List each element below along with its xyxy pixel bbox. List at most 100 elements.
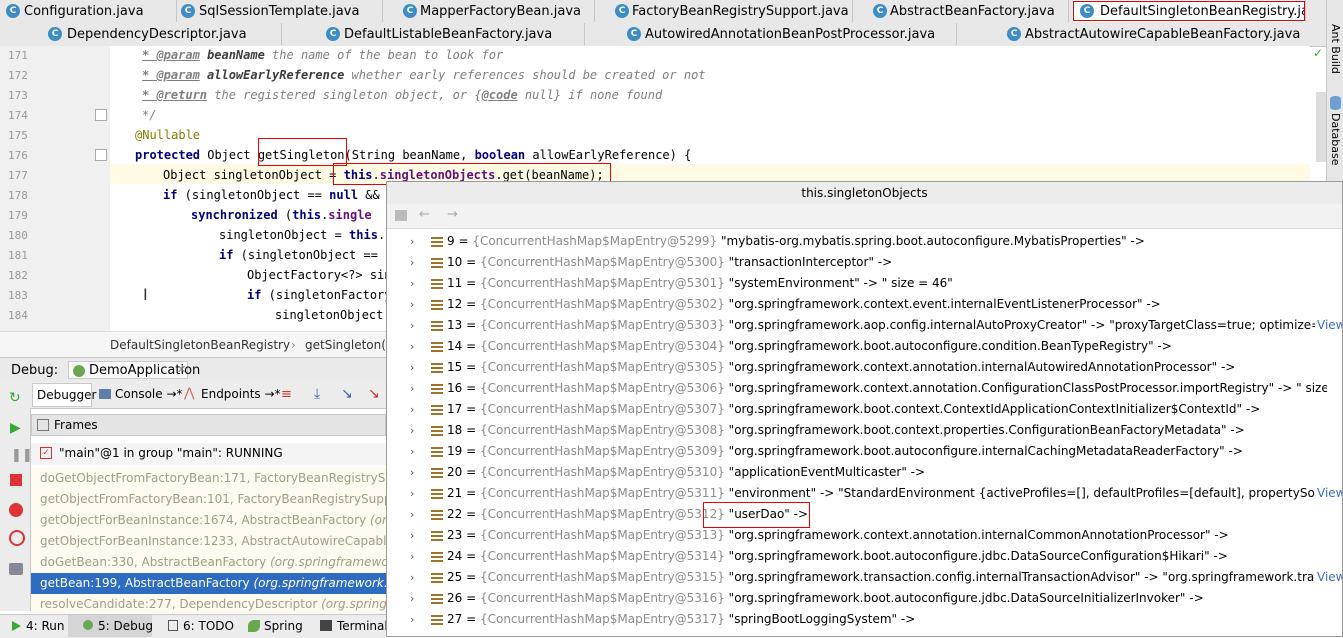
tree-row[interactable]: › 16 = {ConcurrentHashMap$MapEntry@5306} … — [387, 378, 1342, 399]
tree-row[interactable]: › 21 = {ConcurrentHashMap$MapEntry@5311} … — [387, 483, 1342, 504]
tab-abstractbeanfactory[interactable]: C AbstractBeanFactory.java — [853, 0, 1069, 22]
expand-arrow-icon[interactable]: › — [410, 378, 414, 399]
stack-frame[interactable]: getObjectFromFactoryBean:101, FactoryBea… — [31, 489, 386, 510]
code-line-179: synchronized (this.single — [191, 208, 372, 222]
expand-arrow-icon[interactable]: › — [410, 420, 414, 441]
expand-arrow-icon[interactable]: › — [410, 462, 414, 483]
line-number: 182 — [8, 269, 28, 282]
mute-breakpoints-icon[interactable] — [9, 530, 25, 546]
tool-tab-terminal[interactable]: Terminal — [337, 619, 388, 633]
rerun-icon[interactable]: ↻ — [9, 390, 21, 406]
expand-arrow-icon[interactable]: › — [410, 252, 414, 273]
code-line-182: ObjectFactory<?> sin — [247, 268, 392, 282]
expand-arrow-icon[interactable]: › — [410, 441, 414, 462]
expand-arrow-icon[interactable]: › — [410, 273, 414, 294]
tree-row[interactable]: › 20 = {ConcurrentHashMap$MapEntry@5310} … — [387, 462, 1342, 483]
tab-abstractautowirecapablebeanfactory[interactable]: C AbstractAutowireCapableBeanFactory.java — [957, 23, 1326, 45]
expand-arrow-icon[interactable]: › — [410, 357, 414, 378]
breadcrumb-method[interactable]: getSingleton() — [305, 338, 391, 352]
fold-marker-icon[interactable] — [95, 109, 107, 121]
expand-arrow-icon[interactable]: › — [410, 504, 414, 525]
tab-debugger[interactable]: Debugger — [32, 383, 96, 407]
tree-row-userdao[interactable]: › 22 = {ConcurrentHashMap$MapEntry@5312} … — [387, 504, 1342, 525]
stop-icon[interactable] — [10, 474, 22, 486]
breadcrumb-separator: › — [291, 338, 296, 352]
stack-frame[interactable]: doGetObjectFromFactoryBean:171, FactoryB… — [31, 468, 386, 489]
frame-class: DependencyDescriptor — [179, 597, 322, 611]
expand-arrow-icon[interactable]: › — [410, 336, 414, 357]
check-icon: ✓ — [1313, 46, 1324, 60]
force-step-into-icon[interactable]: ↘ — [368, 386, 380, 402]
tab-sqlsessiontemplate[interactable]: C SqlSessionTemplate.java — [177, 0, 383, 22]
database-tool[interactable]: Database — [1329, 113, 1342, 166]
view-breakpoints-icon[interactable] — [9, 503, 23, 517]
breadcrumb-class[interactable]: DefaultSingletonBeanRegistry — [110, 338, 290, 352]
tab-defaultlistablebeanfactory[interactable]: C DefaultListableBeanFactory.java — [282, 23, 585, 45]
tree-row[interactable]: › 18 = {ConcurrentHashMap$MapEntry@5308} … — [387, 420, 1342, 441]
tree-row[interactable]: › 10 = {ConcurrentHashMap$MapEntry@5300} … — [387, 252, 1342, 273]
tab-factorybeanregistrysupport[interactable]: C FactoryBeanRegistrySupport.java — [595, 0, 853, 22]
tree-row[interactable]: › 25 = {ConcurrentHashMap$MapEntry@5315} … — [387, 567, 1342, 588]
inspect-popup[interactable]: this.singletonObjects ← → › 9 = {Concurre… — [386, 181, 1343, 637]
tree-row[interactable]: › 9 = {ConcurrentHashMap$MapEntry@5299} "… — [387, 231, 1342, 252]
pause-icon[interactable]: ❚❚ — [11, 448, 33, 463]
expand-arrow-icon[interactable]: › — [410, 609, 414, 630]
close-icon[interactable]: ✕ — [177, 363, 186, 376]
tree-row[interactable]: › 19 = {ConcurrentHashMap$MapEntry@5309} … — [387, 441, 1342, 462]
expand-arrow-icon[interactable]: › — [410, 567, 414, 588]
tab-console[interactable]: Console →* — [115, 387, 183, 401]
tree-row[interactable]: › 14 = {ConcurrentHashMap$MapEntry@5304} … — [387, 336, 1342, 357]
expand-arrow-icon[interactable]: › — [410, 483, 414, 504]
tree-row[interactable]: › 15 = {ConcurrentHashMap$MapEntry@5305} … — [387, 357, 1342, 378]
tool-tab-todo[interactable]: 6: TODO — [183, 619, 234, 633]
thread-selector[interactable]: ✓ "main"@1 in group "main": RUNNING — [31, 443, 386, 465]
tree-row[interactable]: › 23 = {ConcurrentHashMap$MapEntry@5313} … — [387, 525, 1342, 546]
tree-row[interactable]: › 27 = {ConcurrentHashMap$MapEntry@5317} … — [387, 609, 1342, 630]
fold-marker-icon[interactable] — [95, 149, 107, 161]
popup-pin-icon[interactable] — [395, 210, 407, 221]
run-config-tab[interactable]: DemoApplication ✕ — [68, 361, 200, 379]
stack-frame[interactable]: resolveCandidate:277, DependencyDescript… — [31, 594, 386, 614]
tool-tab-debug[interactable]: 5: Debug — [98, 619, 153, 633]
stack-frame-selected[interactable]: getBean:199, AbstractBeanFactory (org.sp… — [31, 573, 386, 594]
tab-mapperfactorybean[interactable]: C MapperFactoryBean.java — [383, 0, 595, 22]
forward-arrow-icon[interactable]: → — [447, 207, 458, 222]
expand-arrow-icon[interactable]: › — [410, 525, 414, 546]
tool-tab-spring[interactable]: Spring — [264, 619, 303, 633]
expand-arrow-icon[interactable]: › — [410, 588, 414, 609]
back-arrow-icon[interactable]: ← — [419, 207, 430, 222]
tree-row[interactable]: › 17 = {ConcurrentHashMap$MapEntry@5307} … — [387, 399, 1342, 420]
expand-arrow-icon[interactable]: › — [410, 315, 414, 336]
camera-icon[interactable] — [9, 563, 23, 575]
tab-endpoints[interactable]: Endpoints →* — [201, 387, 281, 401]
tab-defaultsingletonbeanregistry[interactable]: C DefaultSingletonBeanRegistry.java — [1072, 0, 1306, 22]
tab-dependencydescriptor[interactable]: C DependencyDescriptor.java — [2, 23, 282, 45]
stack-frame[interactable]: getObjectForBeanInstance:1674, AbstractB… — [31, 510, 386, 531]
step-over-icon[interactable]: ⤓ — [314, 386, 320, 402]
step-into-icon[interactable]: ↘ — [341, 386, 353, 402]
stack-frame[interactable]: getObjectForBeanInstance:1233, AbstractA… — [31, 531, 386, 552]
show-execution-point-icon[interactable]: ≡ — [281, 387, 292, 402]
expand-arrow-icon[interactable]: › — [410, 546, 414, 567]
tree-row[interactable]: › 12 = {ConcurrentHashMap$MapEntry@5302} … — [387, 294, 1342, 315]
tab-autowiredannotationbeanpostprocessor[interactable]: C AutowiredAnnotationBeanPostProcessor.ja… — [585, 23, 957, 45]
view-link[interactable]: View — [1317, 483, 1342, 504]
tool-tab-run[interactable]: 4: Run — [26, 619, 65, 633]
editor-tabs-row-1: C Configuration.java C SqlSessionTemplate.… — [0, 0, 1326, 24]
stack-frame[interactable]: doGetBean:330, AbstractBeanFactory (org.… — [31, 552, 386, 573]
view-link[interactable]: View — [1317, 315, 1342, 336]
resume-icon[interactable]: ▶ — [10, 420, 21, 436]
editor-scrollbar[interactable] — [1316, 92, 1326, 162]
expand-arrow-icon[interactable]: › — [410, 399, 414, 420]
tree-row[interactable]: › 11 = {ConcurrentHashMap$MapEntry@5301} … — [387, 273, 1342, 294]
tab-configuration[interactable]: C Configuration.java — [2, 0, 177, 22]
view-link[interactable]: View — [1317, 567, 1342, 588]
tree-row[interactable]: › 13 = {ConcurrentHashMap$MapEntry@5303} … — [387, 315, 1342, 336]
tree-row[interactable]: › 26 = {ConcurrentHashMap$MapEntry@5316} … — [387, 588, 1342, 609]
tree-row[interactable]: › 24 = {ConcurrentHashMap$MapEntry@5314} … — [387, 546, 1342, 567]
expand-arrow-icon[interactable]: › — [410, 294, 414, 315]
ant-build-tool[interactable]: Ant Build — [1329, 24, 1342, 74]
expand-arrow-icon[interactable]: › — [410, 231, 414, 252]
class-icon: C — [48, 27, 62, 41]
editor-tabs-row-2: C DependencyDescriptor.java C DefaultLista… — [0, 23, 1326, 47]
